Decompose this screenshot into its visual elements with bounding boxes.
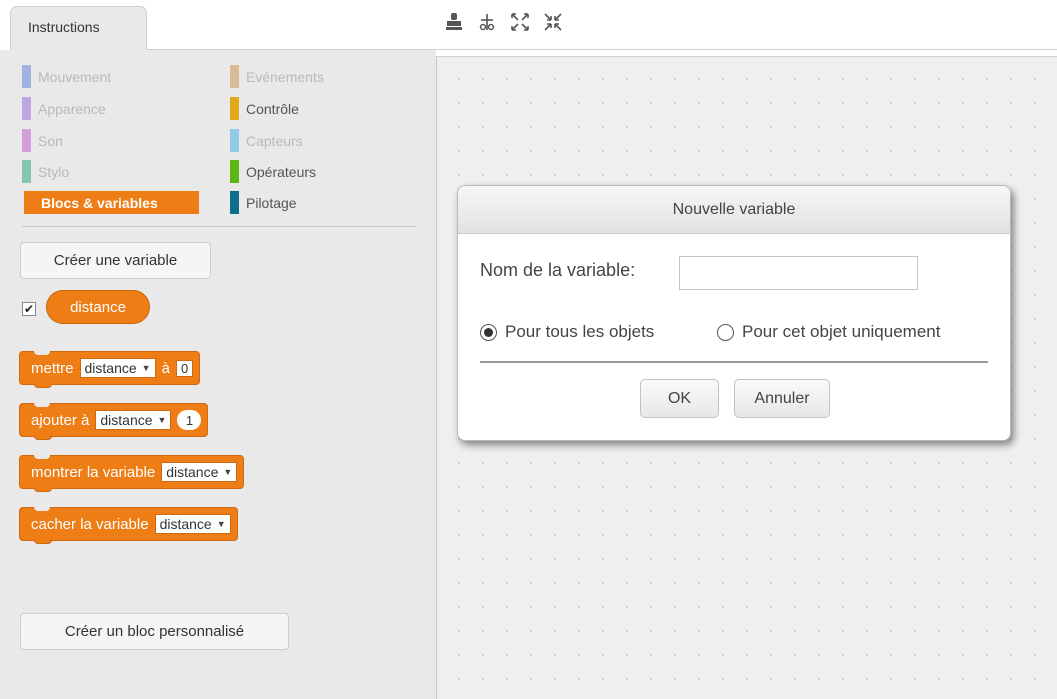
category-variables[interactable]: Blocs & variables bbox=[24, 191, 199, 214]
shrink-icon[interactable] bbox=[542, 11, 564, 33]
dropdown-arrow-icon: ▼ bbox=[223, 467, 233, 477]
value-input[interactable]: 0 bbox=[175, 359, 194, 377]
block-text: montrer la variable bbox=[31, 463, 156, 481]
category-robot[interactable]: Pilotage bbox=[230, 191, 297, 214]
category-label: Opérateurs bbox=[246, 163, 317, 180]
radio-all-sprites[interactable]: Pour tous les objets bbox=[480, 322, 654, 342]
category-label: Apparence bbox=[38, 100, 106, 117]
category-operators[interactable]: Opérateurs bbox=[230, 160, 316, 183]
change-variable-block[interactable]: ajouter à distance ▼ 1 bbox=[19, 403, 209, 440]
block-text: mettre bbox=[31, 359, 74, 377]
new-variable-dialog: Nouvelle variable Nom de la variable: Po… bbox=[457, 185, 1011, 441]
value-input[interactable]: 1 bbox=[177, 410, 202, 430]
category-color-bar bbox=[22, 160, 31, 183]
category-color-bar bbox=[22, 97, 31, 120]
top-bar: Instructions bbox=[0, 0, 1057, 50]
category-label: Pilotage bbox=[246, 194, 297, 211]
cancel-button[interactable]: Annuler bbox=[734, 379, 830, 418]
dialog-title: Nouvelle variable bbox=[672, 200, 796, 218]
dropdown-value: distance bbox=[84, 360, 137, 376]
variable-name-label: Nom de la variable: bbox=[480, 260, 636, 280]
tab-instructions[interactable]: Instructions bbox=[10, 6, 147, 50]
grow-icon[interactable] bbox=[509, 11, 531, 33]
palette-divider bbox=[22, 226, 417, 227]
variable-dropdown[interactable]: distance ▼ bbox=[161, 462, 238, 482]
category-color-bar bbox=[230, 191, 239, 214]
variable-reporter-label: distance bbox=[70, 298, 126, 316]
cancel-label: Annuler bbox=[754, 389, 810, 407]
category-color-bar bbox=[230, 97, 239, 120]
category-label: Mouvement bbox=[38, 68, 112, 85]
tab-instructions-label: Instructions bbox=[28, 19, 100, 35]
dialog-divider bbox=[480, 361, 988, 363]
category-label: Blocs & variables bbox=[41, 194, 158, 211]
category-label: Stylo bbox=[38, 163, 70, 180]
category-label: Son bbox=[38, 132, 63, 149]
create-custom-block-label: Créer un bloc personnalisé bbox=[64, 623, 245, 640]
ok-label: OK bbox=[667, 389, 692, 407]
edit-toolbar bbox=[443, 11, 564, 33]
set-variable-block[interactable]: mettre distance ▼ à 0 bbox=[19, 351, 201, 388]
radio-selected-icon bbox=[480, 323, 497, 341]
create-variable-label: Créer une variable bbox=[53, 252, 178, 269]
category-color-bar bbox=[230, 160, 239, 183]
radio-unselected-icon bbox=[717, 323, 734, 341]
duplicate-stamp-icon[interactable] bbox=[443, 11, 465, 33]
category-sound[interactable]: Son bbox=[22, 129, 63, 152]
radio-this-label: Pour cet objet uniquement bbox=[742, 322, 941, 341]
dropdown-value: distance bbox=[166, 464, 219, 480]
cut-scissors-icon[interactable] bbox=[476, 11, 498, 33]
variable-dropdown[interactable]: distance ▼ bbox=[154, 514, 231, 534]
category-color-bar bbox=[22, 65, 31, 88]
category-looks[interactable]: Apparence bbox=[22, 97, 106, 120]
hide-variable-block[interactable]: cacher la variable distance ▼ bbox=[19, 507, 238, 544]
create-custom-block-button[interactable]: Créer un bloc personnalisé bbox=[20, 613, 289, 650]
show-variable-block[interactable]: montrer la variable distance ▼ bbox=[19, 455, 245, 492]
block-palette: Mouvement Apparence Son Stylo Blocs & va… bbox=[0, 50, 436, 699]
dropdown-value: distance bbox=[100, 412, 153, 428]
radio-all-label: Pour tous les objets bbox=[505, 322, 655, 341]
dropdown-arrow-icon: ▼ bbox=[141, 363, 151, 373]
variable-reporter[interactable]: distance bbox=[46, 290, 150, 324]
category-events[interactable]: Evénements bbox=[230, 65, 324, 88]
category-color-bar bbox=[22, 129, 31, 152]
dropdown-arrow-icon: ▼ bbox=[216, 519, 226, 529]
dialog-title-bar[interactable]: Nouvelle variable bbox=[458, 186, 1010, 234]
category-label: Contrôle bbox=[246, 100, 299, 117]
category-label: Evénements bbox=[246, 68, 324, 85]
block-text: ajouter à bbox=[31, 411, 90, 429]
category-pen[interactable]: Stylo bbox=[22, 160, 69, 183]
category-motion[interactable]: Mouvement bbox=[22, 65, 111, 88]
category-color-bar bbox=[230, 129, 239, 152]
dropdown-arrow-icon: ▼ bbox=[157, 415, 167, 425]
category-color-bar bbox=[230, 65, 239, 88]
create-variable-button[interactable]: Créer une variable bbox=[20, 242, 211, 279]
variable-dropdown[interactable]: distance ▼ bbox=[79, 358, 156, 378]
block-text: à bbox=[161, 359, 170, 377]
ok-button[interactable]: OK bbox=[640, 379, 719, 418]
category-label: Capteurs bbox=[246, 132, 303, 149]
category-sensing[interactable]: Capteurs bbox=[230, 129, 303, 152]
variable-name-input[interactable] bbox=[679, 256, 918, 290]
variable-dropdown[interactable]: distance ▼ bbox=[95, 410, 172, 430]
dropdown-value: distance bbox=[159, 516, 212, 532]
block-text: cacher la variable bbox=[31, 515, 149, 533]
category-control[interactable]: Contrôle bbox=[230, 97, 299, 120]
radio-this-sprite-only[interactable]: Pour cet objet uniquement bbox=[717, 322, 940, 342]
variable-visibility-checkbox[interactable]: ✔ bbox=[22, 302, 36, 316]
